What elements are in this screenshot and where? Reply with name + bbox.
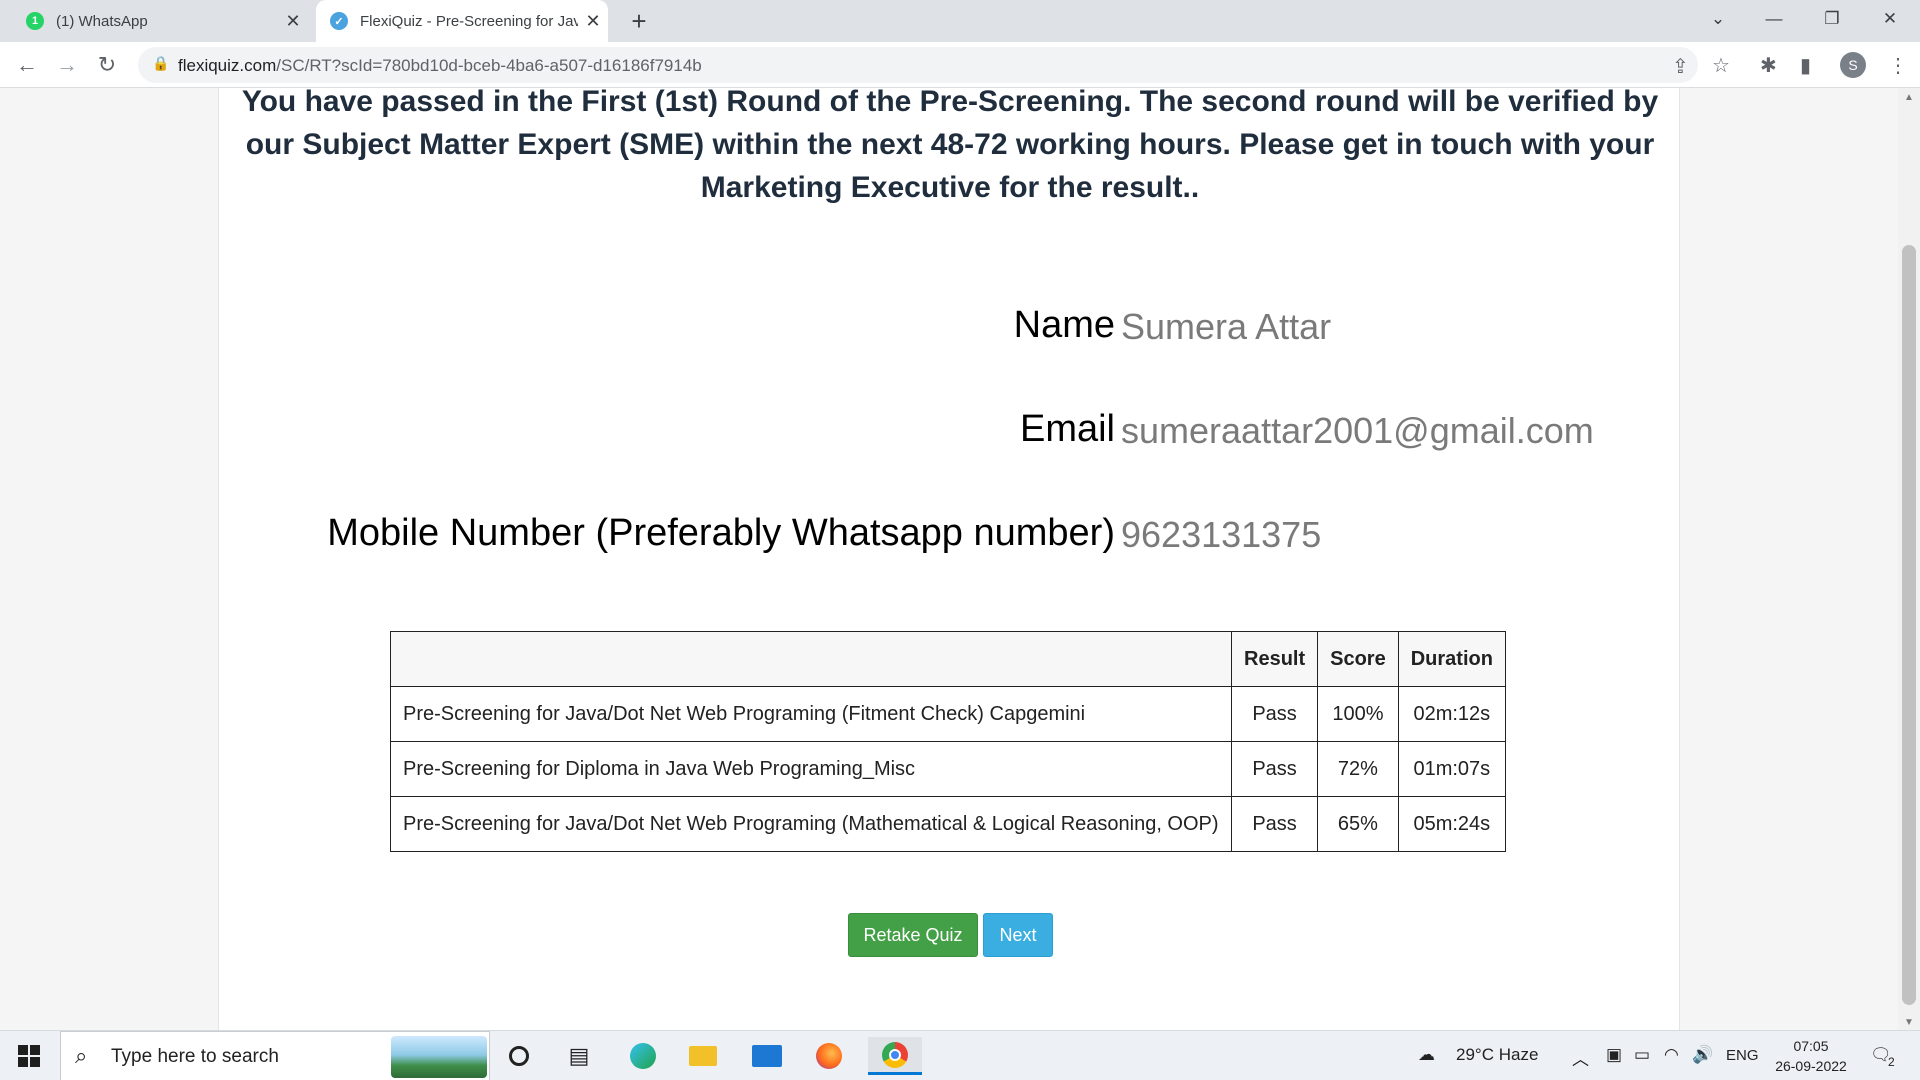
taskbar-search-placeholder: Type here to search xyxy=(111,1046,279,1067)
column-header-duration: Duration xyxy=(1397,631,1506,687)
battery-icon[interactable]: ▭ xyxy=(1634,1045,1650,1065)
mobile-value: 9623131375 xyxy=(1121,514,1322,555)
name-label: Name xyxy=(1013,304,1115,346)
cortana-icon[interactable] xyxy=(496,1037,542,1075)
browser-toolbar: ← → ↻ 🔒 flexiquiz.com/SC/RT?scId=780bd10… xyxy=(0,42,1920,88)
close-icon[interactable]: ✕ xyxy=(578,11,608,32)
address-bar[interactable]: 🔒 flexiquiz.com/SC/RT?scId=780bd10d-bceb… xyxy=(138,47,1698,83)
edge-browser-icon[interactable] xyxy=(620,1037,666,1075)
windows-taskbar: ⌕ Type here to search ▤ ☁ 29°C Haze ︿ ▣ … xyxy=(0,1030,1920,1080)
tab-flexiquiz[interactable]: ✓ FlexiQuiz - Pre-Screening for Java ✕ xyxy=(316,0,608,42)
firefox-icon[interactable] xyxy=(806,1037,852,1075)
taskbar-search-input[interactable]: ⌕ Type here to search xyxy=(60,1031,490,1080)
column-header-quiz xyxy=(390,631,1232,687)
kebab-menu-icon[interactable]: ⋮ xyxy=(1888,53,1908,78)
windows-start-icon[interactable] xyxy=(18,1045,40,1067)
mail-icon[interactable] xyxy=(744,1037,790,1075)
chevron-up-icon[interactable]: ︿ xyxy=(1572,1045,1589,1070)
score-cell: 72% xyxy=(1317,741,1399,797)
flexiquiz-icon: ✓ xyxy=(330,12,348,30)
field-row-name: Name Sumera Attar xyxy=(219,304,1681,356)
taskbar-clock[interactable]: 07:05 26-09-2022 xyxy=(1766,1036,1856,1076)
side-panel-icon[interactable]: ▮ xyxy=(1800,53,1811,78)
duration-cell: 02m:12s xyxy=(1397,686,1506,742)
tab-whatsapp[interactable]: 1 (1) WhatsApp ✕ xyxy=(12,0,308,42)
url-path: /SC/RT?scId=780bd10d-bceb-4ba6-a507-d161… xyxy=(276,56,702,75)
url-host: flexiquiz.com xyxy=(178,56,277,75)
result-message: You have passed in the First (1st) Round… xyxy=(241,88,1659,204)
url-text: flexiquiz.com/SC/RT?scId=780bd10d-bceb-4… xyxy=(178,56,702,76)
name-value: Sumera Attar xyxy=(1121,306,1332,347)
field-row-email: Email sumeraattar2001@gmail.com xyxy=(219,408,1681,460)
table-row: Pre-Screening for Java/Dot Net Web Progr… xyxy=(390,686,1506,742)
table-row: Pre-Screening for Diploma in Java Web Pr… xyxy=(390,741,1506,797)
page-viewport: You have passed in the First (1st) Round… xyxy=(0,88,1920,1030)
tab-search-icon[interactable]: ⌄ xyxy=(1690,0,1746,38)
volume-icon[interactable]: 🔊 xyxy=(1692,1045,1713,1065)
results-table: Result Score Duration Pre-Screening for … xyxy=(390,631,1506,852)
clock-date: 26-09-2022 xyxy=(1775,1058,1847,1074)
close-icon[interactable]: ✕ xyxy=(278,11,308,32)
result-cell: Pass xyxy=(1230,796,1319,852)
quiz-name-cell: Pre-Screening for Java/Dot Net Web Progr… xyxy=(390,686,1232,742)
tab-title: (1) WhatsApp xyxy=(56,12,148,30)
search-highlight-image xyxy=(391,1036,487,1078)
scroll-up-icon[interactable]: ▲ xyxy=(1898,92,1920,103)
language-indicator[interactable]: ENG xyxy=(1726,1047,1759,1064)
duration-cell: 01m:07s xyxy=(1397,741,1506,797)
column-header-score: Score xyxy=(1317,631,1399,687)
chrome-icon[interactable] xyxy=(868,1037,922,1075)
share-icon[interactable]: ⇪ xyxy=(1672,54,1689,79)
page-scrollbar[interactable]: ▲ ▼ xyxy=(1898,88,1920,1030)
table-row: Pre-Screening for Java/Dot Net Web Progr… xyxy=(390,796,1506,852)
weather-text[interactable]: 29°C Haze xyxy=(1456,1045,1538,1065)
clock-time: 07:05 xyxy=(1793,1038,1829,1054)
forward-arrow-icon[interactable]: → xyxy=(50,48,84,82)
email-value: sumeraattar2001@gmail.com xyxy=(1121,410,1594,451)
reload-icon[interactable]: ↻ xyxy=(90,48,124,82)
whatsapp-icon: 1 xyxy=(26,12,44,30)
back-arrow-icon[interactable]: ← xyxy=(10,48,44,82)
column-header-result: Result xyxy=(1230,631,1319,687)
scroll-down-icon[interactable]: ▼ xyxy=(1898,1017,1920,1028)
file-explorer-icon[interactable] xyxy=(680,1037,726,1075)
score-cell: 100% xyxy=(1317,686,1399,742)
field-row-mobile: Mobile Number (Preferably Whatsapp numbe… xyxy=(219,512,1681,564)
result-cell: Pass xyxy=(1230,686,1319,742)
extensions-puzzle-icon[interactable]: ✱ xyxy=(1760,53,1777,78)
table-header-row: Result Score Duration xyxy=(390,631,1506,687)
search-icon: ⌕ xyxy=(75,1043,88,1068)
score-cell: 65% xyxy=(1317,796,1399,852)
scrollbar-thumb[interactable] xyxy=(1902,245,1916,1005)
wifi-icon[interactable]: ◠ xyxy=(1664,1045,1679,1065)
minimize-button[interactable]: — xyxy=(1746,0,1802,38)
result-card: You have passed in the First (1st) Round… xyxy=(218,88,1680,1030)
duration-cell: 05m:24s xyxy=(1397,796,1506,852)
new-tab-button[interactable]: + xyxy=(622,4,656,38)
restore-button[interactable]: ❐ xyxy=(1804,0,1860,38)
result-cell: Pass xyxy=(1230,741,1319,797)
notification-count: 2 xyxy=(1888,1055,1895,1069)
lock-icon: 🔒 xyxy=(152,55,170,71)
quiz-name-cell: Pre-Screening for Java/Dot Net Web Progr… xyxy=(390,796,1232,852)
browser-tab-strip: 1 (1) WhatsApp ✕ ✓ FlexiQuiz - Pre-Scree… xyxy=(0,0,1920,42)
avatar[interactable]: S xyxy=(1840,52,1866,78)
meet-now-icon[interactable]: ▣ xyxy=(1606,1045,1622,1065)
weather-icon[interactable]: ☁ xyxy=(1418,1045,1435,1065)
tab-title: FlexiQuiz - Pre-Screening for Java xyxy=(360,12,578,30)
task-view-icon[interactable]: ▤ xyxy=(556,1037,602,1075)
bookmark-star-icon[interactable]: ☆ xyxy=(1712,53,1730,78)
next-button[interactable]: Next xyxy=(983,913,1053,957)
retake-quiz-button[interactable]: Retake Quiz xyxy=(848,913,978,957)
quiz-name-cell: Pre-Screening for Diploma in Java Web Pr… xyxy=(390,741,1232,797)
mobile-label: Mobile Number (Preferably Whatsapp numbe… xyxy=(327,512,1115,554)
email-label: Email xyxy=(1019,408,1115,450)
window-close-button[interactable]: ✕ xyxy=(1862,0,1918,38)
